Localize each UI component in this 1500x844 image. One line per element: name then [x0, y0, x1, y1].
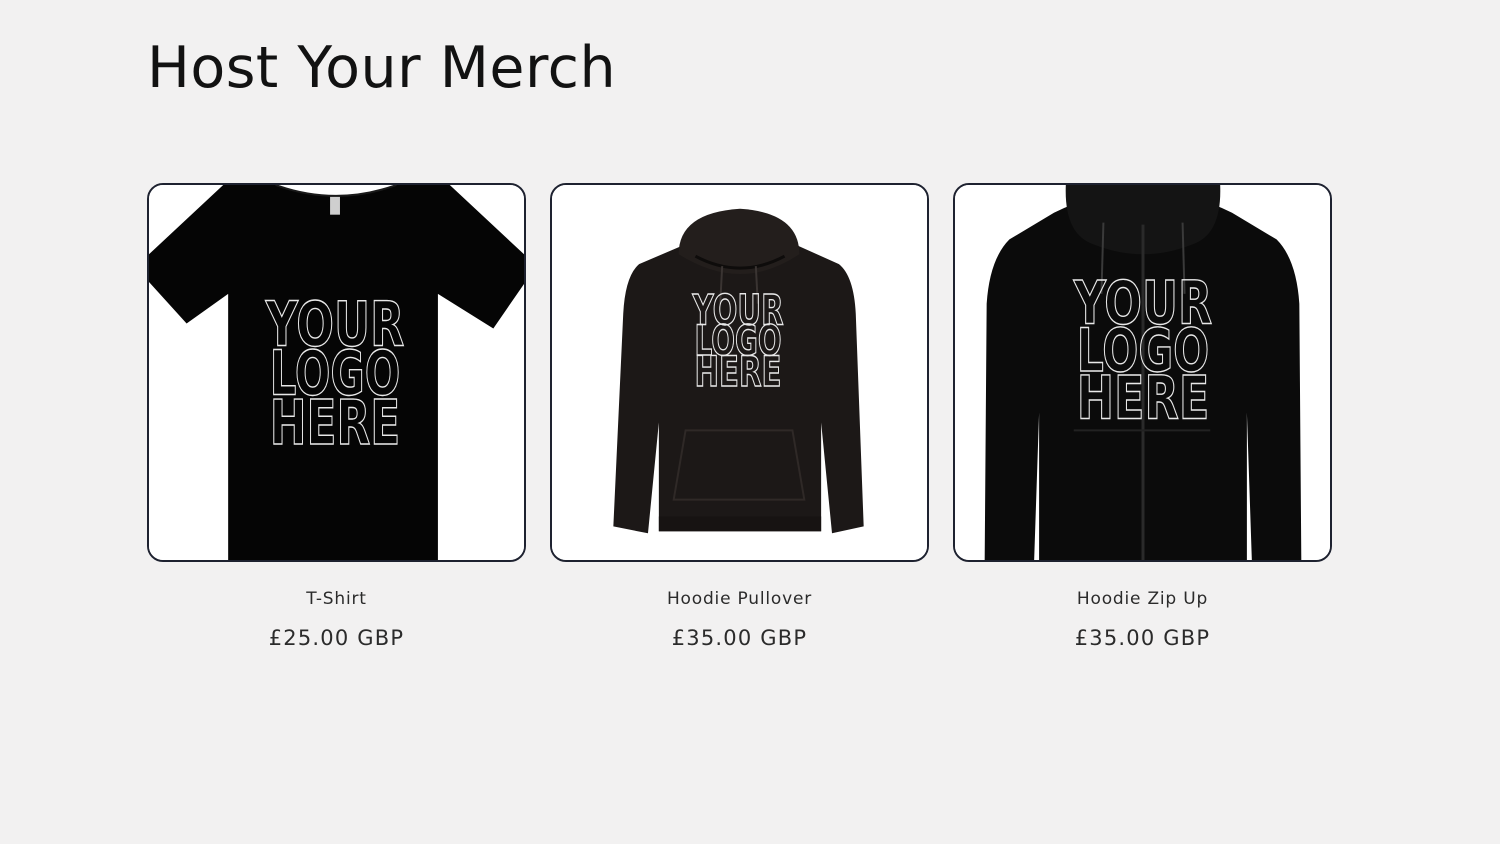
logo-print-line-3: HERE — [694, 347, 781, 396]
product-grid: YOUR LOGO HERE T-Shirt £25.00 GBP YOUR L… — [147, 183, 1332, 652]
product-title[interactable]: T-Shirt — [306, 589, 367, 609]
product-price: £25.00 GBP — [268, 626, 405, 651]
product-price: £35.00 GBP — [1074, 626, 1211, 651]
product-card-hoodie-pullover[interactable]: YOUR LOGO HERE Hoodie Pullover £35.00 GB… — [550, 183, 929, 652]
page: Host Your Merch YOUR LOGO HERE T-Shirt £… — [0, 0, 1500, 844]
product-price: £35.00 GBP — [671, 626, 808, 651]
product-card-hoodie-zip-up[interactable]: YOUR LOGO HERE Hoodie Zip Up £35.00 GBP — [953, 183, 1332, 652]
product-image-hoodie-zip-up[interactable]: YOUR LOGO HERE — [953, 183, 1332, 562]
tshirt-icon: YOUR LOGO HERE — [149, 185, 524, 560]
hoodie-zip-icon: YOUR LOGO HERE — [955, 185, 1330, 560]
product-image-tshirt[interactable]: YOUR LOGO HERE — [147, 183, 526, 562]
logo-print-line-3: HERE — [1077, 364, 1210, 433]
product-card-tshirt[interactable]: YOUR LOGO HERE T-Shirt £25.00 GBP — [147, 183, 526, 652]
product-title[interactable]: Hoodie Pullover — [667, 589, 812, 609]
product-title[interactable]: Hoodie Zip Up — [1077, 589, 1208, 609]
hoodie-pullover-icon: YOUR LOGO HERE — [552, 185, 927, 560]
page-title: Host Your Merch — [147, 35, 617, 101]
logo-print-line-3: HERE — [270, 388, 401, 459]
product-image-hoodie-pullover[interactable]: YOUR LOGO HERE — [550, 183, 929, 562]
